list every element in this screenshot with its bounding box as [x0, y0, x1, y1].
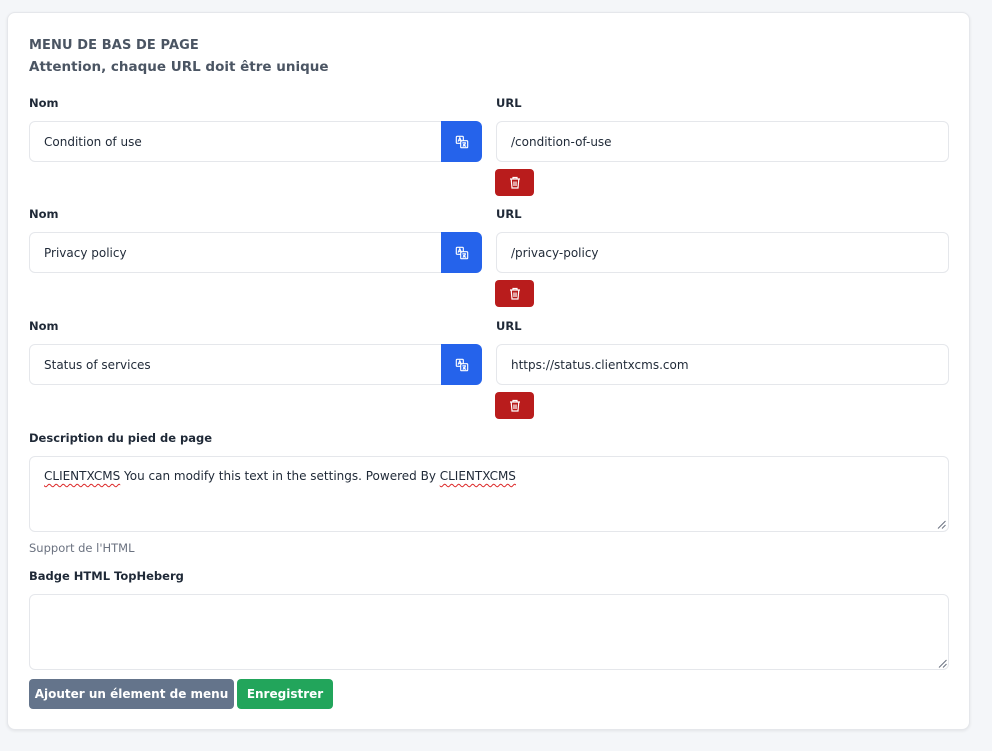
url-label: URL	[496, 207, 522, 221]
footer-description-label: Description du pied de page	[29, 431, 213, 445]
name-label: Nom	[29, 96, 59, 110]
section-title: MENU DE BAS DE PAGE	[29, 38, 199, 53]
resize-handle-icon[interactable]	[937, 520, 946, 529]
section-subtitle: Attention, chaque URL doit être unique	[29, 59, 329, 75]
translate-icon	[455, 358, 468, 371]
footer-menu-card: MENU DE BAS DE PAGE Attention, chaque UR…	[7, 12, 970, 730]
delete-menu-item-button[interactable]	[495, 392, 534, 419]
add-menu-item-button[interactable]: Ajouter un élement de menu	[29, 679, 234, 709]
badge-label: Badge HTML TopHeberg	[29, 569, 184, 583]
save-button[interactable]: Enregistrer	[237, 679, 333, 709]
misspelled-word: CLIENTXCMS	[439, 469, 516, 483]
translate-button[interactable]	[441, 121, 482, 162]
menu-item-name-input[interactable]: Status of services	[29, 344, 442, 385]
trash-icon	[509, 176, 520, 189]
menu-item-url-input[interactable]: /condition-of-use	[496, 121, 949, 162]
translate-icon	[455, 135, 468, 148]
translate-button[interactable]	[441, 232, 482, 273]
resize-handle-icon[interactable]	[938, 659, 947, 668]
misspelled-word: CLIENTXCMS	[44, 469, 121, 483]
description-text: You can modify this text in the settings…	[120, 469, 440, 483]
menu-item-url-input[interactable]: https://status.clientxcms.com	[496, 344, 949, 385]
name-label: Nom	[29, 319, 59, 333]
name-label: Nom	[29, 207, 59, 221]
menu-item-name-input[interactable]: Condition of use	[29, 121, 442, 162]
footer-description-textarea[interactable]: CLIENTXCMS You can modify this text in t…	[29, 456, 949, 532]
url-label: URL	[496, 96, 522, 110]
trash-icon	[509, 399, 520, 412]
delete-menu-item-button[interactable]	[495, 169, 534, 196]
menu-item-url-input[interactable]: /privacy-policy	[496, 232, 949, 273]
trash-icon	[509, 287, 520, 300]
translate-icon	[455, 246, 468, 259]
badge-html-textarea[interactable]	[29, 594, 949, 670]
translate-button[interactable]	[441, 344, 482, 385]
html-support-hint: Support de l'HTML	[29, 541, 135, 555]
url-label: URL	[496, 319, 522, 333]
delete-menu-item-button[interactable]	[495, 280, 534, 307]
menu-item-name-input[interactable]: Privacy policy	[29, 232, 442, 273]
